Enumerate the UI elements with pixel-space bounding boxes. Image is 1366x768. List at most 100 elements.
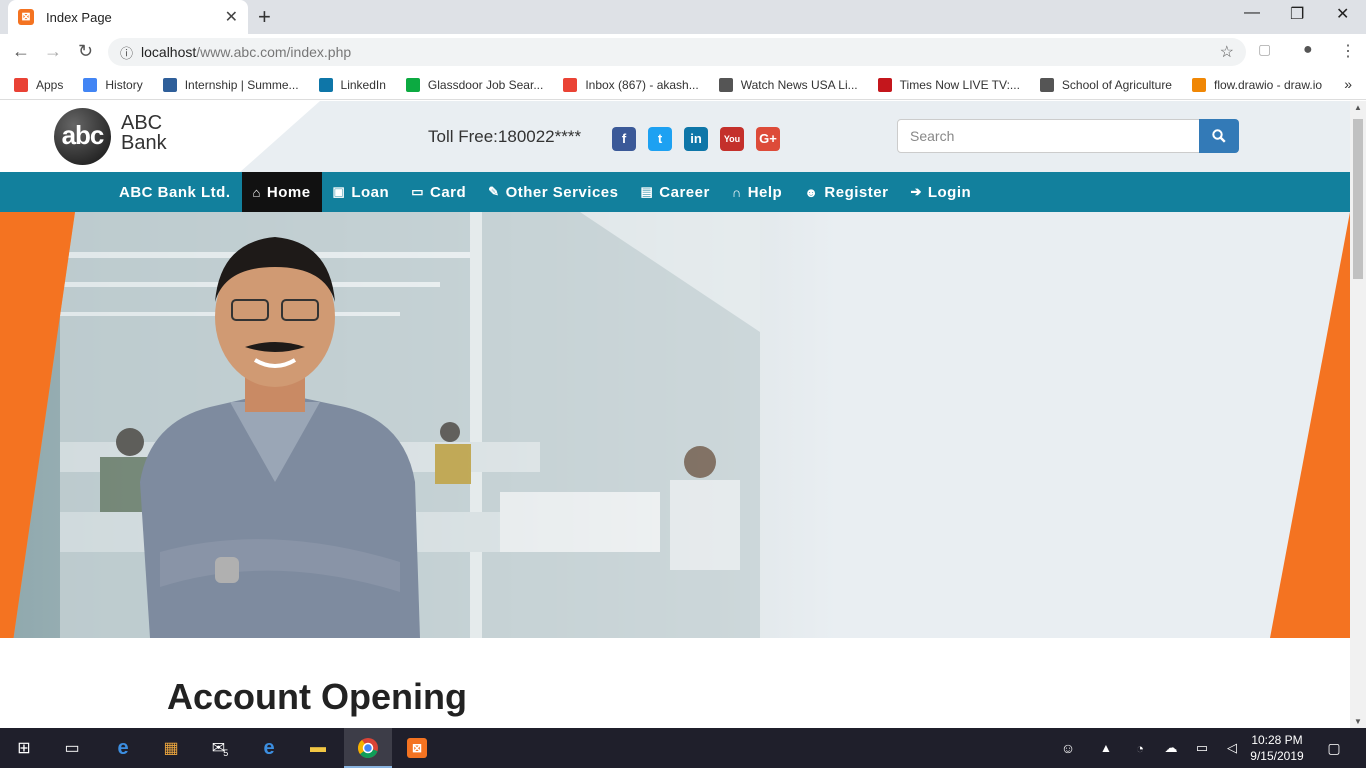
internet-explorer-icon[interactable]: e [257, 736, 281, 760]
nav-item-login[interactable]: ➔ Login [899, 172, 982, 212]
facebook-icon[interactable]: f [612, 127, 636, 151]
scroll-thumb[interactable] [1353, 119, 1363, 279]
browser-toolbar: ← → ↻ ⓘ localhost/www.abc.com/index.php … [0, 34, 1366, 70]
scroll-up-icon[interactable]: ▲ [1354, 103, 1362, 112]
googleplus-icon[interactable]: G+ [756, 127, 780, 151]
bookmark-favicon-icon [877, 77, 892, 92]
main-navbar: ABC Bank Ltd. ⌂ Home ▣ Loan ▭ Card ✎ Other Serv… [0, 172, 1350, 212]
scroll-down-icon[interactable]: ▼ [1354, 717, 1362, 726]
headphones-icon: ∩ [731, 184, 742, 200]
volume-icon[interactable]: ◁ [1220, 736, 1244, 760]
nav-item-register[interactable]: ☻ Register [793, 172, 899, 212]
system-clock[interactable]: 10:28 PM 9/15/2019 [1247, 732, 1307, 764]
smiling-banker-image [140, 237, 420, 638]
task-view-icon[interactable]: ▭ [60, 736, 84, 760]
nav-item-label: Login [927, 183, 972, 201]
xampp-favicon-icon: ⊠ [18, 9, 34, 25]
bookmark-item[interactable]: School of Agriculture [1039, 77, 1172, 92]
bookmark-item[interactable]: Times Now LIVE TV:... [877, 77, 1020, 92]
notifications-icon[interactable]: ▢ [1322, 736, 1346, 760]
file-explorer-icon[interactable]: ▬ [306, 736, 330, 760]
twitter-icon[interactable]: t [648, 127, 672, 151]
reload-icon[interactable]: ↻ [78, 41, 93, 62]
nav-item-other-services[interactable]: ✎ Other Services [477, 172, 629, 212]
new-tab-icon[interactable]: + [258, 4, 271, 30]
wifi-icon[interactable]: ◔ [1128, 736, 1152, 760]
bookmark-favicon-icon [1039, 77, 1054, 92]
bookmark-favicon-icon [318, 77, 333, 92]
minimize-icon[interactable]: — [1244, 4, 1260, 22]
page-scrollbar[interactable]: ▲ ▼ [1350, 101, 1366, 728]
bookmark-item[interactable]: Internship | Summe... [162, 77, 299, 92]
bookmark-label: Times Now LIVE TV:... [899, 77, 1020, 92]
xampp-icon[interactable]: ⊠ [405, 736, 429, 760]
search-button[interactable] [1199, 119, 1239, 153]
logo-line-2: Bank [121, 132, 167, 154]
bookmark-item[interactable]: Watch News USA Li... [718, 77, 858, 92]
bookmark-item[interactable]: Apps [14, 77, 63, 92]
nav-item-card[interactable]: ▭ Card [400, 172, 477, 212]
people-icon[interactable]: ☺ [1056, 736, 1080, 760]
briefcase-icon: ▤ [640, 184, 654, 199]
clock-date: 9/15/2019 [1250, 749, 1304, 763]
onedrive-icon[interactable]: ☁ [1159, 736, 1183, 760]
chrome-icon[interactable] [356, 736, 380, 760]
menu-dots-icon[interactable]: ⋮ [1340, 41, 1356, 61]
abc-logo-mark[interactable]: abc [54, 108, 111, 165]
home-icon: ⌂ [252, 184, 261, 200]
nav-item-label: Other Services [505, 183, 619, 201]
wrench-icon: ✎ [488, 184, 500, 199]
bookmark-item[interactable]: LinkedIn [318, 77, 386, 92]
nav-brand[interactable]: ABC Bank Ltd. [108, 172, 242, 212]
forward-icon[interactable]: → [44, 41, 62, 62]
bookmark-star-icon[interactable]: ☆ [1220, 42, 1234, 62]
linkedin-icon[interactable]: in [684, 127, 708, 151]
nav-item-home[interactable]: ⌂ Home [241, 172, 322, 212]
back-icon[interactable]: ← [12, 41, 30, 62]
restore-icon[interactable]: ❐ [1290, 4, 1304, 24]
nav-item-help[interactable]: ∩ Help [721, 172, 793, 212]
windows-start-icon[interactable]: ⊞ [12, 736, 36, 760]
bookmarks-overflow-icon[interactable]: » [1344, 76, 1352, 92]
battery-icon[interactable]: ▭ [1190, 736, 1214, 760]
bookmark-favicon-icon [162, 77, 177, 92]
nav-item-career[interactable]: ▤ Career [629, 172, 720, 212]
clock-time: 10:28 PM [1251, 733, 1303, 747]
bookmark-item[interactable]: History [83, 77, 143, 92]
url-path: /www.abc.com/index.php [196, 44, 352, 60]
login-icon: ➔ [910, 184, 922, 199]
nav-item-loan[interactable]: ▣ Loan [322, 172, 401, 212]
logo-text[interactable]: ABC Bank [121, 113, 167, 153]
section-title: Account Opening [167, 676, 467, 717]
edge-icon[interactable]: e [111, 736, 135, 760]
site-header: abc ABC Bank Toll Free:180022**** f t in Yo… [0, 101, 1350, 172]
bookmark-label: Internship | Summe... [184, 77, 299, 92]
bookmark-item[interactable]: Glassdoor Job Sear... [405, 77, 544, 92]
address-bar[interactable]: ⓘ localhost/www.abc.com/index.php ☆ [108, 38, 1246, 66]
close-window-icon[interactable]: ✕ [1336, 4, 1349, 24]
mail-badge: 5 [223, 748, 229, 758]
logo-line-1: ABC [121, 112, 163, 134]
bookmark-label: Glassdoor Job Sear... [427, 77, 544, 92]
search-input[interactable] [897, 119, 1200, 153]
bookmark-label: Watch News USA Li... [740, 77, 858, 92]
browser-tab[interactable]: ⊠ Index Page ✕ [8, 0, 248, 34]
browser-tab-strip: ⊠ Index Page ✕ + — ❐ ✕ [0, 0, 1366, 34]
extension-icon[interactable]: ▢ [1258, 41, 1271, 58]
bookmark-item[interactable]: Inbox (867) - akash... [563, 77, 699, 92]
show-hidden-icons-icon[interactable]: ▲ [1094, 736, 1118, 760]
bookmark-item[interactable]: flow.drawio - draw.io [1191, 77, 1322, 92]
nav-item-label: Help [747, 183, 783, 201]
profile-avatar-icon[interactable]: ● [1303, 41, 1313, 59]
mail-icon[interactable]: ✉ 5 [208, 736, 232, 760]
toll-free-number: Toll Free:180022**** [428, 127, 582, 146]
bookmarks-bar: Apps History Internship | Summe... LinkedIn… [0, 70, 1366, 100]
bookmark-label: School of Agriculture [1061, 77, 1172, 92]
bookmark-favicon-icon [563, 77, 578, 92]
info-icon[interactable]: ⓘ [120, 43, 133, 62]
youtube-icon[interactable]: You [720, 127, 744, 151]
store-icon[interactable]: ▦ [159, 736, 183, 760]
hero-right-stripe [1270, 212, 1350, 638]
close-tab-icon[interactable]: ✕ [225, 7, 238, 27]
nav-item-label: Loan [351, 183, 390, 201]
